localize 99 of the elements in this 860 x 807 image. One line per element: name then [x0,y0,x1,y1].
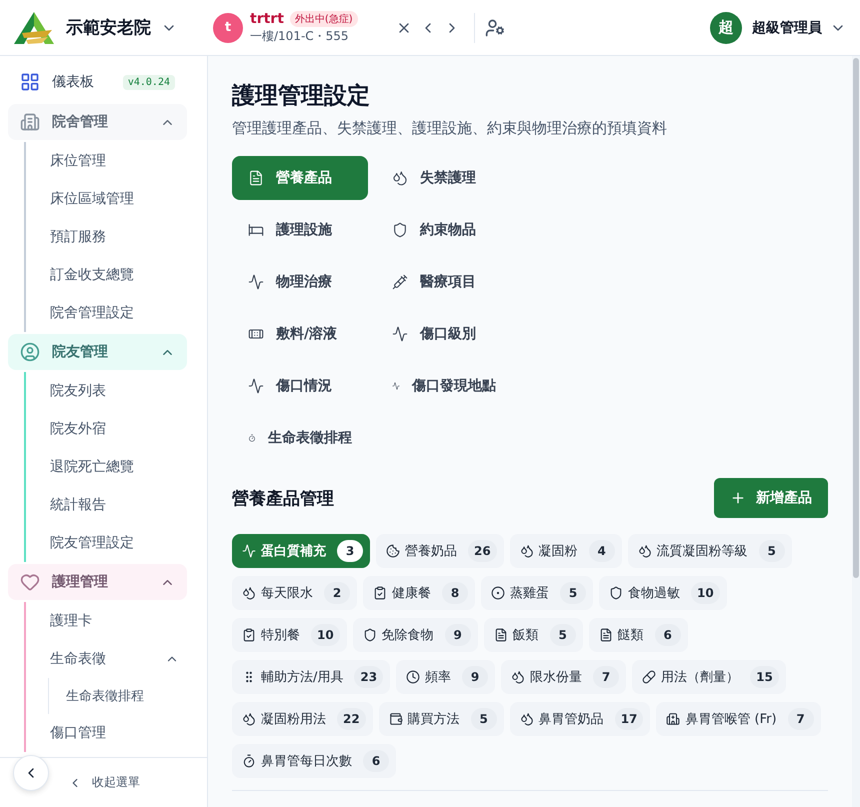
category-chip[interactable]: 凝固粉用法 22 [232,702,373,736]
pulse-icon [242,544,256,558]
sidebar-item[interactable]: 床位區域管理 [26,180,187,218]
hospital-icon [666,712,680,726]
user-circle-icon [20,342,40,362]
shield-icon [609,586,623,600]
category-chip[interactable]: 凝固粉 4 [510,534,622,568]
category-chip[interactable]: 限水份量 7 [501,660,626,694]
section-title: 營養產品管理 [232,488,334,510]
heart-icon [20,572,40,592]
bed-icon [248,222,264,238]
syringe-icon [392,274,408,290]
droplets-icon [511,670,526,684]
sidebar-item[interactable]: 生命表徵排程 [49,678,187,714]
settings-tab[interactable]: 傷口情況 [232,364,368,408]
settings-tab[interactable]: 醫療項目 [376,260,512,304]
category-chip[interactable]: 食物過敏 10 [599,576,727,610]
category-chip[interactable]: 健康餐 8 [363,576,475,610]
settings-tab[interactable]: 傷口發現地點 [376,364,512,408]
sidebar-group[interactable]: 護理管理 [8,564,187,600]
droplets-icon [392,170,408,186]
circle-dot-icon [491,586,505,600]
sidebar-item[interactable]: 院友管理設定 [26,524,187,562]
settings-tab[interactable]: 生命表徵排程 [232,416,368,460]
category-chip[interactable]: 購買方法 5 [378,702,504,736]
category-chip[interactable]: 鼻胃管喉管 (Fr) 7 [656,702,821,736]
sidebar-subgroup[interactable]: 生命表徵 [26,640,187,678]
pulse-icon [248,274,264,290]
sidebar-item[interactable]: 退院死亡總覽 [26,448,187,486]
settings-tab[interactable]: 失禁護理 [376,156,512,200]
clock-icon [406,670,420,684]
document-icon [598,628,613,642]
pulse-icon [392,326,408,342]
sidebar-item[interactable]: 院友列表 [26,372,187,410]
status-badge: 外出中(急症) [290,10,358,26]
settings-tab[interactable]: 物理治療 [232,260,368,304]
version-badge: v4.0.24 [122,74,175,90]
dashboard-link[interactable]: 儀表板 v4.0.24 [8,62,187,102]
droplets-icon [520,544,534,558]
pill-icon [642,670,656,684]
page-title: 護理管理設定 [232,82,371,111]
sidebar-item[interactable]: 院友外宿 [26,410,187,448]
category-chip[interactable]: 特別餐 10 [232,618,347,652]
droplets-icon [638,544,652,558]
settings-tab[interactable]: 護理設施 [232,208,368,252]
sidebar-item[interactable]: 統計報告 [26,486,187,524]
category-chip[interactable]: 用法（劑量） 15 [632,660,786,694]
resident-avatar: t [213,12,243,42]
cookie-icon [386,544,400,558]
shield-icon [392,222,408,238]
droplets-icon [520,712,534,726]
droplets-icon [242,586,256,600]
collapse-menu-link[interactable]: 收起選單 [68,774,140,791]
droplets-icon [242,712,256,726]
user-avatar: 超 [710,12,742,44]
sidebar-item[interactable]: 院舍管理設定 [26,294,187,332]
building-icon [20,112,40,132]
category-chip[interactable]: 輔助方法/用具 23 [232,660,390,694]
sidebar-item[interactable]: 傷口管理 [26,714,187,752]
category-chip[interactable]: 飯類 5 [484,618,583,652]
shield-icon [362,628,377,642]
clipboard-check-icon [242,628,256,642]
settings-tab[interactable]: 傷口級別 [376,312,512,356]
dashboard-icon [20,72,40,92]
org-name: 示範安老院 [66,17,151,39]
pulse-icon [248,378,264,394]
category-chip[interactable]: 餸類 6 [588,618,688,652]
scrollbar-thumb[interactable] [853,58,859,578]
sidebar-group[interactable]: 院舍管理 [8,104,187,140]
sidebar-item[interactable]: 訂金收支總覽 [26,256,187,294]
user-name: 超級管理員 [752,18,822,36]
document-icon [248,170,264,186]
sidebar-item[interactable]: 護理卡 [26,602,187,640]
category-chip[interactable]: 蛋白質補充 3 [232,534,370,568]
category-chip[interactable]: 蒸雞蛋 5 [481,576,593,610]
clipboard-check-icon [373,586,387,600]
page-subtitle: 管理護理產品、失禁護理、護理設施、約束與物理治療的預填資料 [232,119,668,138]
category-chip[interactable]: 免除食物 9 [352,618,478,652]
category-chip[interactable]: 流質凝固粉等級 5 [628,534,792,568]
sidebar-item[interactable]: 預訂服務 [26,218,187,256]
add-product-button[interactable]: 新增產品 [714,478,828,518]
settings-tab[interactable]: 營養產品 [232,156,368,200]
category-chip[interactable]: 鼻胃管奶品 17 [510,702,650,736]
plus-icon [730,490,746,506]
resident-name: trtrt [250,10,284,26]
sidebar-group[interactable]: 院友管理 [8,334,187,370]
logo [12,10,56,44]
category-chip[interactable]: 營養奶品 26 [376,534,504,568]
user-settings-icon[interactable] [484,18,505,38]
category-chip[interactable]: 鼻胃管每日次數 6 [232,744,396,778]
category-chip[interactable]: 每天限水 2 [232,576,357,610]
settings-tab[interactable]: 約束物品 [376,208,512,252]
settings-tab[interactable]: 敷料/溶液 [232,312,368,356]
timer-icon [242,754,256,768]
wallet-icon [388,712,403,726]
category-chip[interactable]: 頻率 9 [396,660,496,694]
sidebar-item[interactable]: 床位管理 [26,142,187,180]
resident-location: 一樓/101-C・555 [250,28,350,44]
document-icon [494,628,508,642]
